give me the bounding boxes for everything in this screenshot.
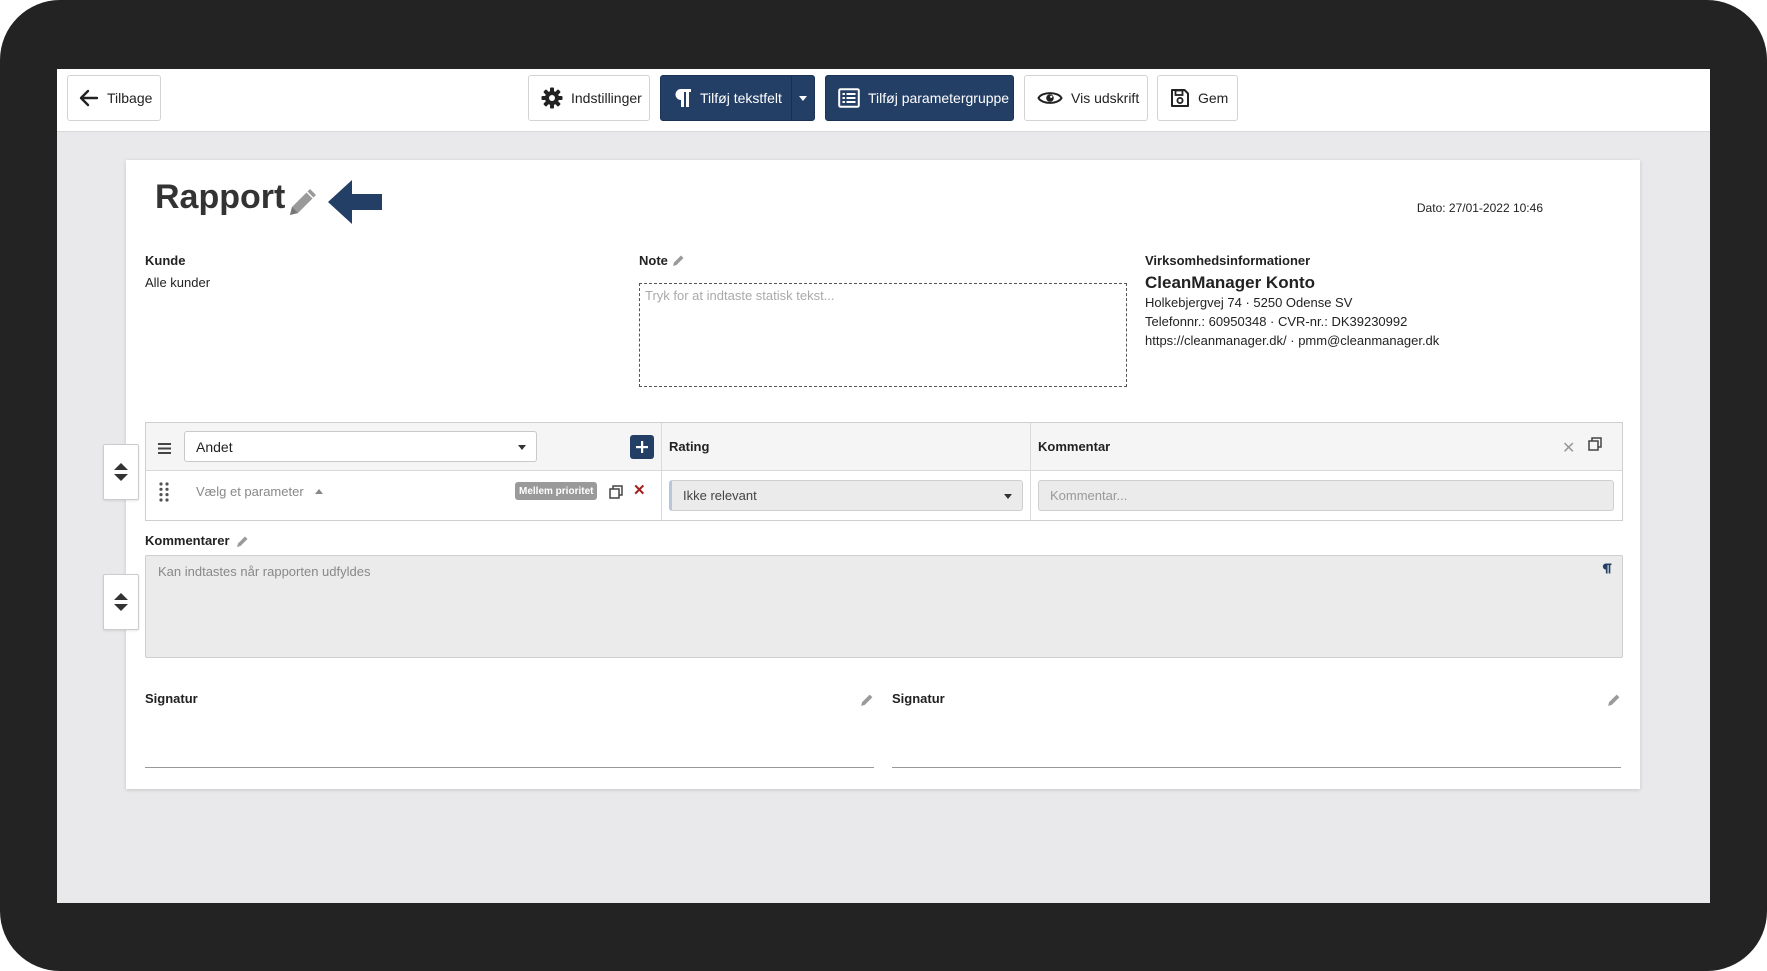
settings-label: Indstillinger: [571, 90, 642, 106]
column-divider: [661, 423, 662, 520]
signature-line-2[interactable]: [892, 767, 1621, 768]
paragraph-icon: [674, 88, 692, 108]
customer-value[interactable]: Alle kunder: [145, 275, 210, 290]
add-parametergroup-button[interactable]: Tilføj parametergruppe: [825, 75, 1014, 121]
company-address: Holkebjergvej 74 · 5250 Odense SV: [1145, 295, 1353, 310]
company-info-label: Virksomhedsinformationer: [1145, 253, 1311, 268]
rating-select[interactable]: Ikke relevant: [669, 480, 1023, 511]
paragraph-icon: [1602, 562, 1612, 578]
list-icon: [838, 88, 860, 108]
signature-1-pencil-icon[interactable]: [860, 693, 874, 712]
arrow-left-icon: [79, 89, 99, 107]
rating-select-value: Ikke relevant: [683, 488, 757, 503]
report-date: Dato: 27/01-2022 10:46: [1416, 201, 1543, 215]
back-label: Tilbage: [107, 90, 153, 106]
preview-button[interactable]: Vis udskrift: [1024, 75, 1148, 121]
comments-label: Kommentarer: [145, 533, 230, 548]
company-phone-cvr: Telefonnr.: 60950348 · CVR-nr.: DK392309…: [1145, 314, 1408, 329]
parameter-select[interactable]: Vælg et parameter: [196, 484, 324, 499]
remove-group-x-icon[interactable]: ✕: [1562, 438, 1575, 458]
report-title[interactable]: Rapport: [155, 178, 285, 217]
add-parametergroup-label: Tilføj parametergruppe: [868, 90, 1010, 106]
device-frame: Tilbage Indstillinger Tilføj tekstfelt T…: [0, 0, 1767, 971]
group-select[interactable]: Andet: [184, 431, 537, 462]
signature-label-2: Signatur: [892, 691, 945, 706]
customer-label: Kunde: [145, 253, 186, 268]
gear-icon: [541, 87, 563, 109]
drag-handle-icon[interactable]: [159, 482, 169, 507]
copy-group-icon[interactable]: [1588, 437, 1602, 456]
plus-icon: [636, 441, 648, 453]
caret-up-icon: [315, 489, 324, 494]
eye-icon: [1037, 89, 1063, 107]
parameter-select-placeholder: Vælg et parameter: [196, 484, 304, 499]
comment-input-placeholder: Kommentar...: [1050, 488, 1128, 503]
copy-row-icon[interactable]: [609, 485, 623, 504]
caret-down-icon: [1004, 493, 1012, 499]
add-textfield-button[interactable]: Tilføj tekstfelt: [660, 75, 815, 121]
signature-2-pencil-icon[interactable]: [1607, 693, 1621, 712]
column-divider: [1030, 423, 1031, 520]
hamburger-icon[interactable]: [158, 441, 171, 459]
reorder-handle[interactable]: [103, 574, 139, 630]
parameter-group: Andet Rating Kommentar ✕ Vælg et paramet: [145, 422, 1623, 521]
pencil-icon[interactable]: [286, 185, 320, 224]
sort-arrows-icon: [114, 593, 128, 611]
signature-line-1[interactable]: [145, 767, 874, 768]
save-label: Gem: [1198, 90, 1229, 106]
save-button[interactable]: Gem: [1157, 75, 1238, 121]
app-screen: Tilbage Indstillinger Tilføj tekstfelt T…: [57, 69, 1710, 903]
rating-column-header: Rating: [669, 439, 710, 454]
caret-down-icon: [799, 95, 807, 101]
company-web-email: https://cleanmanager.dk/ · pmm@cleanmana…: [1145, 333, 1440, 348]
add-parameter-plus-button[interactable]: [630, 435, 654, 459]
settings-button[interactable]: Indstillinger: [528, 75, 650, 121]
priority-badge[interactable]: Mellem prioritet: [515, 482, 598, 500]
delete-row-x-icon[interactable]: ✕: [633, 481, 646, 499]
signature-label-1: Signatur: [145, 691, 198, 706]
note-field[interactable]: Tryk for at indtaste statisk tekst...: [639, 283, 1127, 387]
group-select-value: Andet: [196, 438, 233, 455]
note-label: Note: [639, 253, 668, 268]
company-name: CleanManager Konto: [1145, 273, 1316, 292]
comments-edit-pencil-icon[interactable]: [236, 535, 249, 553]
comment-column-header: Kommentar: [1038, 439, 1111, 454]
comments-placeholder: Kan indtastes når rapporten udfyldes: [158, 564, 371, 579]
sort-arrows-icon: [114, 463, 128, 481]
report-canvas: Rapport Dato: 27/01-2022 10:46 Kunde All…: [126, 160, 1640, 789]
add-textfield-label: Tilføj tekstfelt: [700, 90, 782, 106]
note-edit-pencil-icon[interactable]: [672, 254, 685, 272]
back-button[interactable]: Tilbage: [67, 75, 161, 121]
reorder-handle[interactable]: [103, 444, 139, 500]
preview-label: Vis udskrift: [1071, 90, 1140, 106]
arrow-left-annotation-icon: [326, 178, 384, 231]
comment-input[interactable]: Kommentar...: [1038, 480, 1614, 511]
add-textfield-dropdown-toggle[interactable]: [791, 76, 814, 120]
floppy-disk-icon: [1170, 88, 1190, 108]
comments-textarea[interactable]: Kan indtastes når rapporten udfyldes: [145, 555, 1623, 658]
caret-down-icon: [518, 444, 526, 450]
toolbar: Tilbage Indstillinger Tilføj tekstfelt T…: [57, 69, 1710, 132]
